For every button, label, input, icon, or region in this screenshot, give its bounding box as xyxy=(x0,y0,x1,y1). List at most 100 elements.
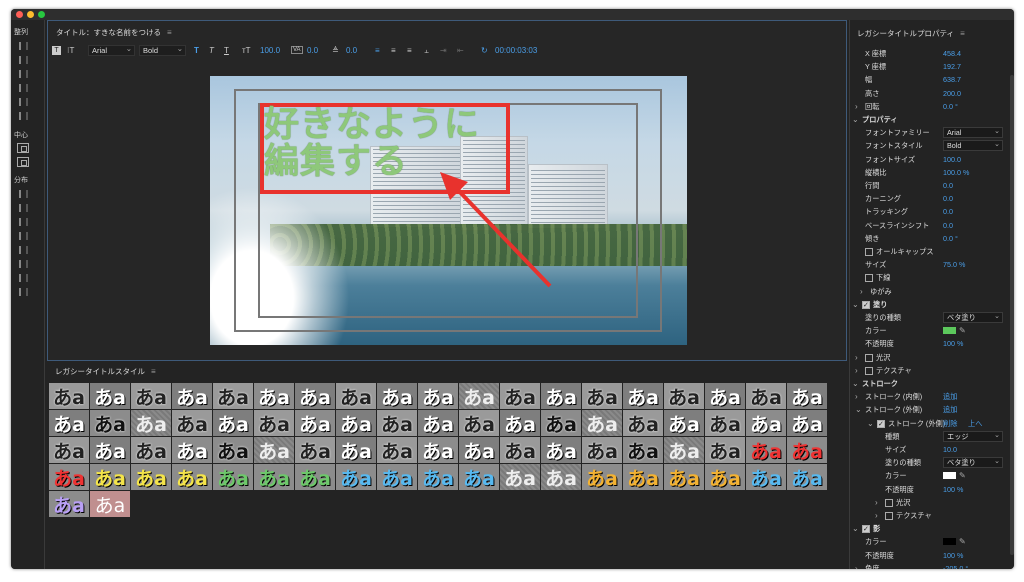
distribute-vspace-icon[interactable] xyxy=(19,288,28,296)
chevron-right-icon[interactable]: › xyxy=(875,509,878,522)
distribute-top-icon[interactable] xyxy=(19,246,28,254)
property-value[interactable]: 0.0 xyxy=(943,192,953,205)
property-value[interactable]: 追加 xyxy=(943,390,957,403)
underline-icon[interactable]: T xyxy=(224,46,229,55)
style-swatch[interactable]: あa xyxy=(377,410,417,436)
properties-menu-icon[interactable]: ≡ xyxy=(960,29,965,38)
eyedropper-icon[interactable]: ✎ xyxy=(959,324,966,337)
align-top-icon[interactable] xyxy=(19,84,28,92)
kerning-value[interactable]: 0.0 xyxy=(307,46,318,55)
property-value[interactable]: 追加 xyxy=(943,403,957,416)
style-swatch[interactable]: あa xyxy=(49,383,89,409)
font-size-value[interactable]: 100.0 xyxy=(260,46,280,55)
style-swatch[interactable]: あa xyxy=(582,410,622,436)
style-swatch[interactable]: あa xyxy=(705,383,745,409)
style-swatch[interactable]: あa xyxy=(90,464,130,490)
property-checkbox[interactable] xyxy=(885,498,893,507)
style-swatch[interactable]: あa xyxy=(254,410,294,436)
style-swatch[interactable]: あa xyxy=(746,437,786,463)
panel-menu-icon[interactable]: ≡ xyxy=(167,28,172,37)
property-checkbox[interactable] xyxy=(865,366,873,375)
chevron-down-icon[interactable]: ⌄ xyxy=(855,403,862,416)
chevron-down-icon[interactable]: ⌄ xyxy=(852,377,859,390)
align-bottom-icon[interactable] xyxy=(19,112,28,120)
style-swatch[interactable]: あa xyxy=(131,464,171,490)
tab-stops-icon[interactable]: ⫠ xyxy=(424,46,429,56)
style-swatch[interactable]: あa xyxy=(131,437,171,463)
minimize-button[interactable] xyxy=(27,11,34,18)
property-value[interactable]: 0.0 xyxy=(943,205,953,218)
property-value[interactable]: 0.0 ° xyxy=(943,232,958,245)
close-button[interactable] xyxy=(16,11,23,18)
style-swatch[interactable]: あa xyxy=(418,410,458,436)
font-family-select[interactable]: Arial xyxy=(88,44,135,56)
property-value[interactable]: 100.0 % xyxy=(943,166,969,179)
style-swatch[interactable]: あa xyxy=(295,437,335,463)
style-swatch[interactable]: あa xyxy=(459,437,499,463)
style-swatch[interactable]: あa xyxy=(90,491,130,517)
align-center-text-icon[interactable]: ≡ xyxy=(391,46,396,55)
property-dropdown[interactable]: ベタ塗り xyxy=(943,456,1003,469)
italic-icon[interactable]: T xyxy=(209,46,214,55)
font-style-select[interactable]: Bold xyxy=(139,44,186,56)
property-value[interactable]: 0.0 xyxy=(943,179,953,192)
property-checkbox[interactable] xyxy=(865,274,873,283)
leading-value[interactable]: 0.0 xyxy=(346,46,357,55)
style-swatch[interactable]: あa xyxy=(500,464,540,490)
distribute-bottom-icon[interactable] xyxy=(19,274,28,282)
style-swatch[interactable]: あa xyxy=(541,383,581,409)
style-swatch[interactable]: あa xyxy=(664,464,704,490)
distribute-middle-icon[interactable] xyxy=(19,260,28,268)
style-swatch[interactable]: あa xyxy=(295,383,335,409)
property-value[interactable]: 192.7 xyxy=(943,60,961,73)
property-value[interactable]: 638.7 xyxy=(943,73,961,86)
property-dropdown[interactable]: エッジ xyxy=(943,430,1003,442)
style-swatch[interactable]: あa xyxy=(336,410,376,436)
style-swatch[interactable]: あa xyxy=(541,410,581,436)
chevron-down-icon[interactable]: ⌄ xyxy=(852,298,859,311)
style-swatch[interactable]: あa xyxy=(418,464,458,490)
area-text-tool-icon[interactable]: ⁝T xyxy=(67,46,74,55)
title-canvas[interactable]: 好きなように 編集する xyxy=(210,76,687,345)
property-dropdown[interactable]: ベタ塗り xyxy=(943,311,1003,323)
style-swatch[interactable]: あa xyxy=(254,464,294,490)
style-swatch[interactable]: あa xyxy=(377,383,417,409)
style-swatch[interactable]: あa xyxy=(213,383,253,409)
move-up-link[interactable]: 上へ xyxy=(968,417,982,430)
style-swatch[interactable]: あa xyxy=(459,464,499,490)
style-swatch[interactable]: あa xyxy=(295,464,335,490)
eyedropper-icon[interactable]: ✎ xyxy=(959,535,966,548)
style-swatch[interactable]: あa xyxy=(172,383,212,409)
chevron-right-icon[interactable]: › xyxy=(855,100,858,113)
chevron-right-icon[interactable]: › xyxy=(855,562,858,569)
distribute-left-icon[interactable] xyxy=(19,190,28,198)
chevron-right-icon[interactable]: › xyxy=(855,390,858,403)
align-center-v-icon[interactable] xyxy=(19,98,28,106)
style-swatch[interactable]: あa xyxy=(705,410,745,436)
style-swatch[interactable]: あa xyxy=(336,383,376,409)
style-swatch[interactable]: あa xyxy=(336,437,376,463)
properties-scrollbar[interactable] xyxy=(1010,75,1014,555)
chevron-down-icon[interactable]: ⌄ xyxy=(867,417,874,430)
eyedropper-icon[interactable]: ✎ xyxy=(959,469,966,482)
style-swatch[interactable]: あa xyxy=(664,437,704,463)
property-value[interactable]: 削除 xyxy=(943,417,957,430)
chevron-down-icon[interactable]: ⌄ xyxy=(852,522,859,535)
style-swatch[interactable]: あa xyxy=(500,437,540,463)
style-swatch[interactable]: あa xyxy=(49,491,89,517)
distribute-right-icon[interactable] xyxy=(19,218,28,226)
distribute-center-icon[interactable] xyxy=(19,204,28,212)
style-swatch[interactable]: あa xyxy=(90,383,130,409)
style-swatch[interactable]: あa xyxy=(541,464,581,490)
property-value[interactable]: 100 % xyxy=(943,483,963,496)
style-swatch[interactable]: あa xyxy=(787,464,827,490)
property-value[interactable]: -205.0 ° xyxy=(943,562,968,569)
property-checkbox[interactable] xyxy=(877,418,885,431)
style-swatch[interactable]: あa xyxy=(172,410,212,436)
chevron-down-icon[interactable]: ⌄ xyxy=(852,113,859,126)
style-swatch[interactable]: あa xyxy=(623,383,663,409)
color-swatch[interactable] xyxy=(943,472,956,480)
style-swatch[interactable]: あa xyxy=(787,437,827,463)
style-swatch[interactable]: あa xyxy=(131,383,171,409)
chevron-right-icon[interactable]: › xyxy=(855,364,858,377)
